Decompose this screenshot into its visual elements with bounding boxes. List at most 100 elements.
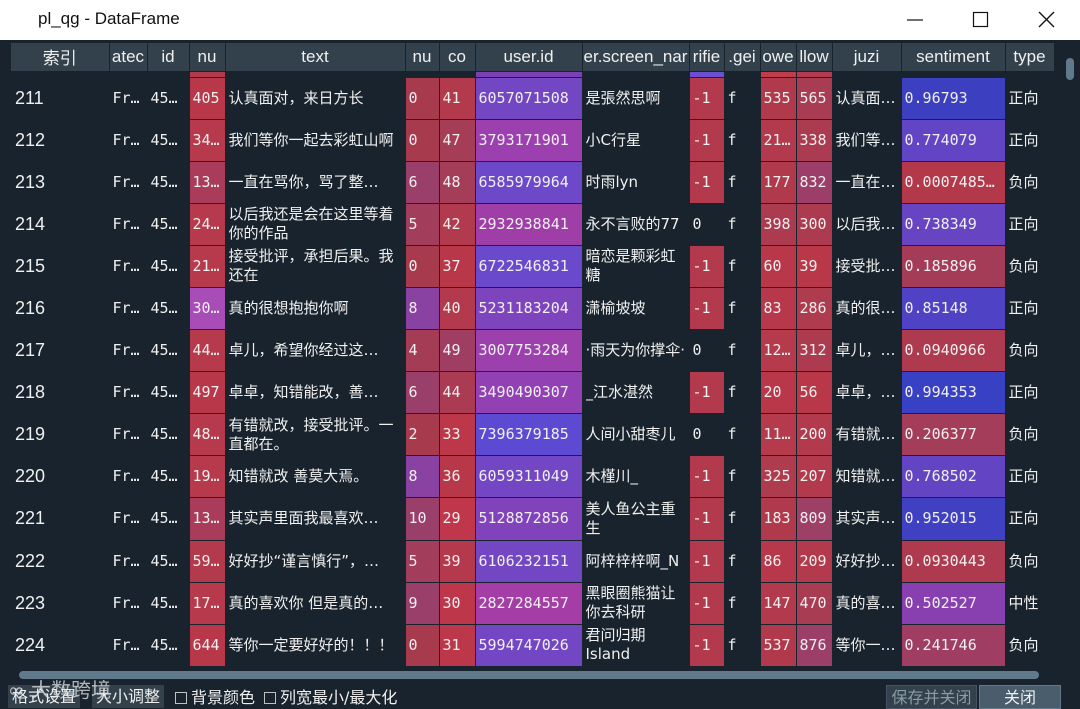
table-cell[interactable]: 11… <box>760 413 797 457</box>
table-cell[interactable]: 3007753284 <box>475 329 583 373</box>
table-cell[interactable]: 45… <box>147 497 190 541</box>
table-cell[interactable]: -1 <box>689 371 725 415</box>
table-row[interactable]: 224 Fr… 45… 644 等你一定要好好的！！！ 0 31 5994747026 君问归期… <box>11 624 1055 667</box>
table-row[interactable]: 213 Fr… 45… 13… 一直在骂你，骂了整… 6 48 6585979964 时雨lyn… <box>11 161 1055 204</box>
table-cell[interactable]: f <box>724 540 761 583</box>
column-header[interactable]: nu <box>189 43 226 72</box>
table-cell[interactable]: 有错就改，接受批评。一直都在。 <box>225 413 406 457</box>
table-cell[interactable]: 真的喜… <box>832 582 902 625</box>
table-cell[interactable]: 0.96793 <box>901 77 1006 120</box>
row-index[interactable]: 211 <box>11 77 110 120</box>
table-cell[interactable]: 7396379185 <box>475 413 583 457</box>
table-cell[interactable]: -1 <box>689 540 725 583</box>
table-cell[interactable]: 45… <box>147 371 190 415</box>
table-cell[interactable]: 876 <box>796 624 833 667</box>
table-cell[interactable]: 等你一… <box>832 624 902 667</box>
table-cell[interactable]: f <box>724 455 761 499</box>
table-cell[interactable]: 正向 <box>1005 371 1055 415</box>
table-cell[interactable]: 正向 <box>1005 497 1055 541</box>
table-cell[interactable]: 真的很想抱抱你啊 <box>225 287 406 331</box>
table-cell[interactable]: 537 <box>760 624 797 667</box>
table-cell[interactable]: 45… <box>147 329 190 373</box>
table-cell[interactable]: 0.185896 <box>901 245 1006 288</box>
table-cell[interactable]: 2932938841 <box>475 203 583 246</box>
row-index[interactable]: 215 <box>11 245 110 288</box>
table-cell[interactable]: 6059311049 <box>475 455 583 499</box>
table-cell[interactable]: 永不言败的77 <box>582 203 690 246</box>
table-cell[interactable]: 48… <box>189 413 226 457</box>
table-cell[interactable]: 0.85148 <box>901 287 1006 331</box>
row-index[interactable]: 212 <box>11 119 110 162</box>
table-cell[interactable]: 美人鱼公主重生 <box>582 497 690 541</box>
table-cell[interactable]: 真的喜欢你 但是真的… <box>225 582 406 625</box>
table-cell[interactable]: 45… <box>147 77 190 120</box>
table-cell[interactable]: 42 <box>439 203 476 246</box>
table-cell[interactable]: 潇榆坡坡 <box>582 287 690 331</box>
table-cell[interactable]: 6585979964 <box>475 161 583 204</box>
table-cell[interactable]: f <box>724 77 761 120</box>
table-cell[interactable]: 45… <box>147 624 190 667</box>
table-cell[interactable]: _江水湛然 <box>582 371 690 415</box>
table-cell[interactable]: -1 <box>689 497 725 541</box>
table-cell[interactable]: 45… <box>147 287 190 331</box>
table-cell[interactable]: 0.952015 <box>901 497 1006 541</box>
row-index[interactable]: 219 <box>11 413 110 457</box>
table-cell[interactable]: 286 <box>796 287 833 331</box>
table-cell[interactable]: 时雨lyn <box>582 161 690 204</box>
table-cell[interactable]: 等你一定要好好的！！！ <box>225 624 406 667</box>
table-cell[interactable]: 470 <box>796 582 833 625</box>
table-cell[interactable]: Fr… <box>109 413 148 457</box>
table-cell[interactable]: Fr… <box>109 119 148 162</box>
table-cell[interactable]: 209 <box>796 540 833 583</box>
minimize-button[interactable] <box>882 0 948 40</box>
table-cell[interactable]: Fr… <box>109 371 148 415</box>
table-cell[interactable]: f <box>724 203 761 246</box>
table-cell[interactable]: 君问归期Island <box>582 624 690 667</box>
table-cell[interactable]: 6722546831 <box>475 245 583 288</box>
table-cell[interactable]: 正向 <box>1005 287 1055 331</box>
column-header[interactable]: nu <box>405 43 440 72</box>
table-cell[interactable]: 5 <box>405 540 440 583</box>
table-cell[interactable]: 325 <box>760 455 797 499</box>
table-cell[interactable]: 565 <box>796 77 833 120</box>
table-cell[interactable]: 暗恋是颗彩虹糖 <box>582 245 690 288</box>
table-cell[interactable]: f <box>724 582 761 625</box>
bg-color-checkbox[interactable]: 背景颜色 <box>175 688 255 708</box>
table-cell[interactable]: Fr… <box>109 624 148 667</box>
table-cell[interactable]: 接受批… <box>832 245 902 288</box>
table-cell[interactable]: 41 <box>439 77 476 120</box>
table-cell[interactable]: Fr… <box>109 203 148 246</box>
table-cell[interactable]: 负向 <box>1005 540 1055 583</box>
table-cell[interactable]: 5994747026 <box>475 624 583 667</box>
table-cell[interactable]: -1 <box>689 455 725 499</box>
table-cell[interactable]: 其实声里面我最喜欢… <box>225 497 406 541</box>
column-header[interactable]: 索引 <box>11 43 110 72</box>
row-index[interactable]: 223 <box>11 582 110 625</box>
row-index[interactable]: 222 <box>11 540 110 583</box>
table-cell[interactable]: 56 <box>796 371 833 415</box>
table-cell[interactable]: 535 <box>760 77 797 120</box>
column-header[interactable]: id <box>147 43 190 72</box>
table-cell[interactable]: 负向 <box>1005 161 1055 204</box>
column-header[interactable]: co <box>439 43 476 72</box>
table-cell[interactable]: 13… <box>189 497 226 541</box>
table-cell[interactable]: 阿梓梓梓啊_N <box>582 540 690 583</box>
table-cell[interactable]: 是張然思啊 <box>582 77 690 120</box>
table-cell[interactable]: 0.241746 <box>901 624 1006 667</box>
table-cell[interactable]: 负向 <box>1005 245 1055 288</box>
column-header[interactable]: text <box>225 43 406 72</box>
table-cell[interactable]: 200 <box>796 413 833 457</box>
table-cell[interactable]: Fr… <box>109 161 148 204</box>
table-cell[interactable]: f <box>724 161 761 204</box>
close-window-button[interactable] <box>1014 0 1080 40</box>
column-header[interactable]: user.id <box>475 43 583 72</box>
table-cell[interactable]: 34… <box>189 119 226 162</box>
table-cell[interactable]: 好好抄… <box>832 540 902 583</box>
table-cell[interactable]: 48 <box>439 161 476 204</box>
table-cell[interactable]: 真的很… <box>832 287 902 331</box>
table-cell[interactable]: 人间小甜枣儿 <box>582 413 690 457</box>
table-row[interactable]: 220 Fr… 45… 19… 知错就改 善莫大焉。 8 36 6059311049 木槿川_ -… <box>11 455 1055 499</box>
row-index[interactable]: 216 <box>11 287 110 331</box>
table-cell[interactable]: 405 <box>189 77 226 120</box>
table-cell[interactable]: -1 <box>689 161 725 204</box>
